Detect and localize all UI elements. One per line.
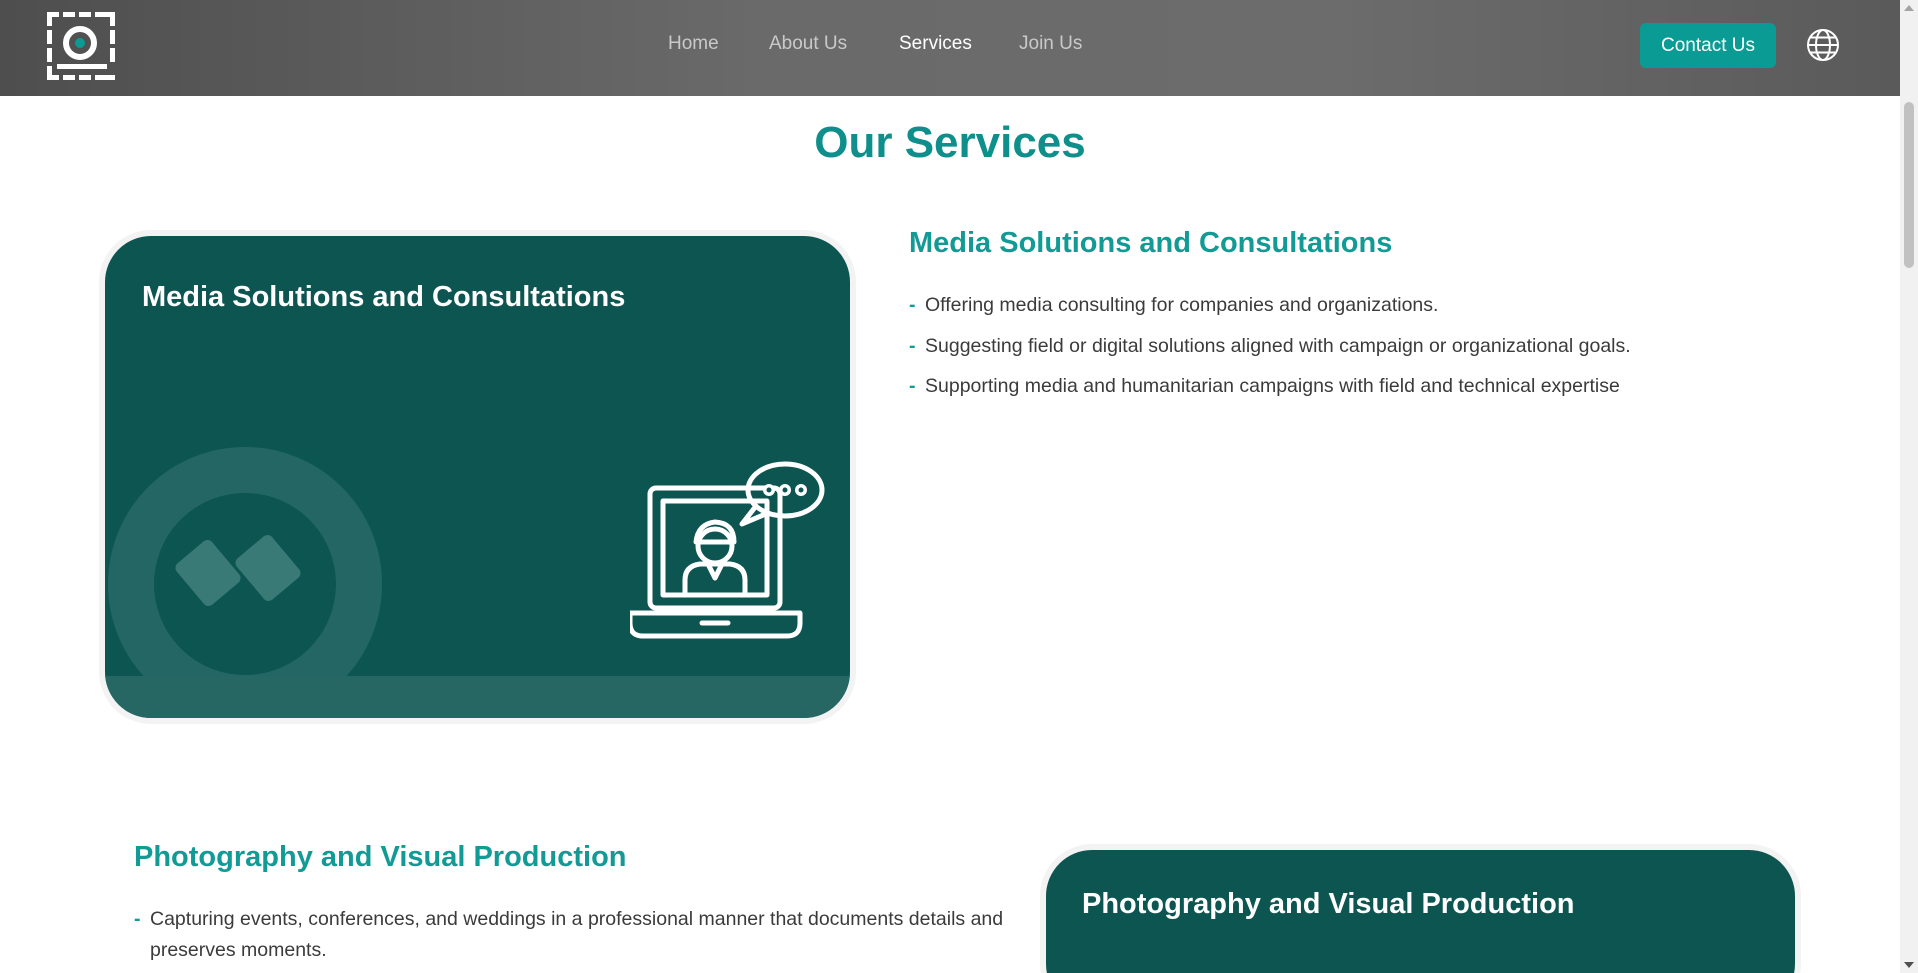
- service-card-photography: Photography and Visual Production: [1046, 850, 1795, 973]
- nav-join-us[interactable]: Join Us: [1019, 33, 1082, 55]
- service-bullets-photography: Capturing events, conferences, and weddi…: [134, 904, 1004, 966]
- list-item: Supporting media and humanitarian campai…: [909, 371, 1631, 402]
- nav-home[interactable]: Home: [668, 33, 719, 55]
- page-scrollbar[interactable]: [1900, 0, 1918, 973]
- nav-services[interactable]: Services: [899, 33, 972, 55]
- site-header: Home About Us Services Join Us Contact U…: [0, 0, 1900, 96]
- nav-about-us[interactable]: About Us: [769, 33, 847, 55]
- laptop-consultant-chat-icon: [630, 461, 825, 639]
- list-item: Offering media consulting for companies …: [909, 290, 1631, 321]
- service-heading-photography: Photography and Visual Production: [134, 841, 627, 873]
- globe-icon[interactable]: [1806, 28, 1840, 62]
- scroll-up-arrow-icon[interactable]: [1900, 0, 1918, 16]
- scroll-down-arrow-icon[interactable]: [1900, 957, 1918, 973]
- service-heading-media: Media Solutions and Consultations: [909, 227, 1393, 259]
- page-title: Our Services: [814, 118, 1086, 167]
- card-bottom-band: [105, 676, 850, 718]
- list-item: Suggesting field or digital solutions al…: [909, 331, 1631, 362]
- service-card-media: Media Solutions and Consultations: [105, 236, 850, 718]
- main-nav: Home About Us Services Join Us: [0, 0, 1900, 96]
- scroll-thumb[interactable]: [1904, 102, 1914, 268]
- contact-us-button[interactable]: Contact Us: [1640, 23, 1776, 68]
- service-bullets-media: Offering media consulting for companies …: [909, 290, 1631, 412]
- card-title: Photography and Visual Production: [1082, 888, 1575, 920]
- list-item: Capturing events, conferences, and weddi…: [134, 904, 1004, 966]
- card-title: Media Solutions and Consultations: [142, 281, 626, 313]
